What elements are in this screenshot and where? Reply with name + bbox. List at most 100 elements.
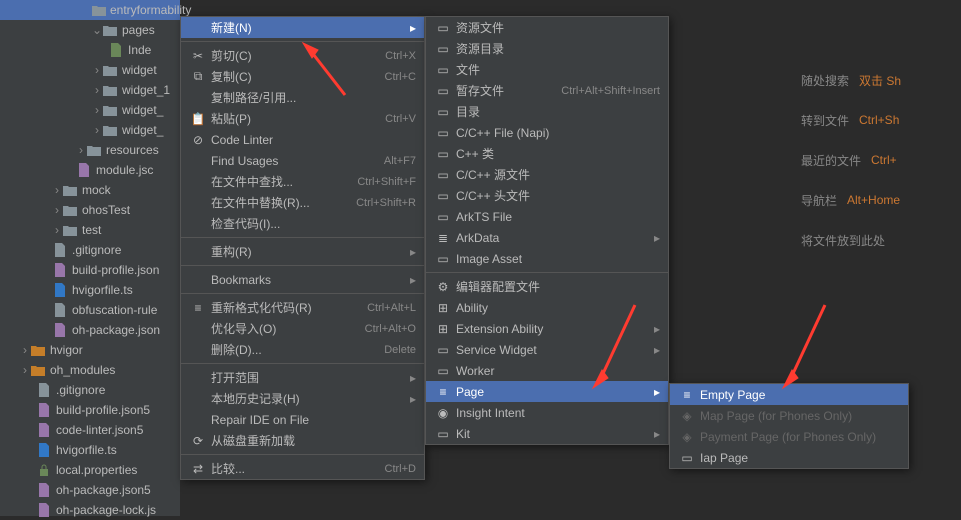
- tree-label: resources: [106, 143, 159, 157]
- menu-ccppsrc[interactable]: ▭C/C++ 源文件: [426, 164, 668, 185]
- tree-file-hvigorfile2[interactable]: hvigorfile.ts: [0, 440, 180, 460]
- chevron-right-icon: ▸: [406, 371, 416, 385]
- menu-optimize[interactable]: 优化导入(O)Ctrl+Alt+O: [181, 318, 424, 339]
- tree-folder-widget3[interactable]: ›widget_: [0, 120, 180, 140]
- menu-ccpphead[interactable]: ▭C/C++ 头文件: [426, 185, 668, 206]
- tree-file-gitignore2[interactable]: .gitignore: [0, 380, 180, 400]
- tree-file-gitignore[interactable]: .gitignore: [0, 240, 180, 260]
- menu-compare[interactable]: ⇄比较...Ctrl+D: [181, 458, 424, 479]
- menu-page[interactable]: ≡Page▸: [426, 381, 668, 402]
- project-tree[interactable]: entryformability ⌄pages Inde ›widget ›wi…: [0, 0, 180, 516]
- menu-imageasset[interactable]: ▭Image Asset: [426, 248, 668, 269]
- menu-kit[interactable]: ▭Kit▸: [426, 423, 668, 444]
- tree-label: build-profile.json: [72, 263, 159, 277]
- json-icon: [36, 482, 52, 498]
- chevron-right-icon: ▸: [406, 273, 416, 287]
- shortcut: Ctrl+C: [385, 71, 416, 83]
- menu-ccppfile[interactable]: ▭C/C++ File (Napi): [426, 122, 668, 143]
- menu-copypath[interactable]: 复制路径/引用...: [181, 87, 424, 108]
- menu-paste[interactable]: 📋粘贴(P)Ctrl+V: [181, 108, 424, 129]
- menu-codelinter[interactable]: ⊘Code Linter: [181, 129, 424, 150]
- menu-paymentpage: ◈Payment Page (for Phones Only): [670, 426, 908, 447]
- tree-folder-test[interactable]: ›test: [0, 220, 180, 240]
- tree-label: hvigorfile.ts: [72, 283, 133, 297]
- tree-file-ohpackage2[interactable]: oh-package.json5: [0, 480, 180, 500]
- tree-label: ohosTest: [82, 203, 130, 217]
- menu-arkdata[interactable]: ≣ArkData▸: [426, 227, 668, 248]
- menu-file[interactable]: ▭文件: [426, 59, 668, 80]
- menu-worker[interactable]: ▭Worker: [426, 360, 668, 381]
- tree-file-obfuscation[interactable]: obfuscation-rule: [0, 300, 180, 320]
- menu-cppclass[interactable]: ▭C++ 类: [426, 143, 668, 164]
- code-icon: ≡: [189, 301, 207, 315]
- menu-resdir[interactable]: ▭资源目录: [426, 38, 668, 59]
- menu-findinfiles[interactable]: 在文件中查找...Ctrl+Shift+F: [181, 171, 424, 192]
- menu-arkts[interactable]: ▭ArkTS File: [426, 206, 668, 227]
- tree-folder-entryformability[interactable]: entryformability: [0, 0, 180, 20]
- menu-scratch[interactable]: ▭暂存文件Ctrl+Alt+Shift+Insert: [426, 80, 668, 101]
- tree-file-index[interactable]: Inde: [0, 40, 180, 60]
- tree-folder-widget2[interactable]: ›widget_: [0, 100, 180, 120]
- chevron-right-icon: ›: [52, 183, 62, 197]
- tree-file-buildprofile2[interactable]: build-profile.json5: [0, 400, 180, 420]
- menu-insight[interactable]: ◉Insight Intent: [426, 402, 668, 423]
- menu-bookmarks[interactable]: Bookmarks▸: [181, 269, 424, 290]
- menu-cut[interactable]: ✂剪切(C)Ctrl+X: [181, 45, 424, 66]
- json-icon: [76, 162, 92, 178]
- menu-label: Service Widget: [456, 343, 650, 357]
- tree-folder-pages[interactable]: ⌄pages: [0, 20, 180, 40]
- shortcut: Alt+F7: [384, 155, 416, 167]
- menu-label: Map Page (for Phones Only): [700, 409, 900, 423]
- menu-copy[interactable]: ⧉复制(C)Ctrl+C: [181, 66, 424, 87]
- menu-openin[interactable]: 打开范围▸: [181, 367, 424, 388]
- menu-separator: [426, 272, 668, 273]
- menu-label: Code Linter: [211, 133, 416, 147]
- tree-file-buildprofile[interactable]: build-profile.json: [0, 260, 180, 280]
- menu-emptypage[interactable]: ≡Empty Page: [670, 384, 908, 405]
- tree-file-codelinter[interactable]: code-linter.json5: [0, 420, 180, 440]
- annotation-arrow-icon: [780, 300, 830, 393]
- tree-file-hvigorfile[interactable]: hvigorfile.ts: [0, 280, 180, 300]
- json-icon: [36, 422, 52, 438]
- tree-file-modulejson[interactable]: module.jsc: [0, 160, 180, 180]
- tree-folder-ohmodules[interactable]: ›oh_modules: [0, 360, 180, 380]
- menu-label: Repair IDE on File: [211, 413, 416, 427]
- menu-reformat[interactable]: ≡重新格式化代码(R)Ctrl+Alt+L: [181, 297, 424, 318]
- menu-editorconfig[interactable]: ⚙编辑器配置文件: [426, 276, 668, 297]
- tree-folder-widget1[interactable]: ›widget_1: [0, 80, 180, 100]
- menu-resfile[interactable]: ▭资源文件: [426, 17, 668, 38]
- menu-findusages[interactable]: Find UsagesAlt+F7: [181, 150, 424, 171]
- menu-iappage[interactable]: ▭Iap Page: [670, 447, 908, 468]
- menu-repairide[interactable]: Repair IDE on File: [181, 409, 424, 430]
- menu-refactor[interactable]: 重构(R)▸: [181, 241, 424, 262]
- menu-delete[interactable]: 删除(D)...Delete: [181, 339, 424, 360]
- iap-icon: ▭: [678, 451, 696, 465]
- menu-replaceinfiles[interactable]: 在文件中替换(R)...Ctrl+Shift+R: [181, 192, 424, 213]
- menu-dir[interactable]: ▭目录: [426, 101, 668, 122]
- compare-icon: ⇄: [189, 462, 207, 476]
- menu-extability[interactable]: ⊞Extension Ability▸: [426, 318, 668, 339]
- menu-label: Page: [456, 385, 650, 399]
- tree-folder-resources[interactable]: ›resources: [0, 140, 180, 160]
- tree-label: build-profile.json5: [56, 403, 150, 417]
- menu-label: 打开范围: [211, 369, 406, 386]
- chevron-right-icon: ›: [52, 203, 62, 217]
- tree-folder-hvigor[interactable]: ›hvigor: [0, 340, 180, 360]
- hint-key: Ctrl+Sh: [859, 113, 899, 127]
- tree-folder-mock[interactable]: ›mock: [0, 180, 180, 200]
- tree-file-localprops[interactable]: local.properties: [0, 460, 180, 480]
- tree-label: entryformability: [110, 3, 191, 17]
- tree-folder-ohostest[interactable]: › ohosTest: [0, 200, 180, 220]
- menu-servicewidget[interactable]: ▭Service Widget▸: [426, 339, 668, 360]
- menu-reloaddisk[interactable]: ⟳从磁盘重新加载: [181, 430, 424, 451]
- menu-inspect[interactable]: 检查代码(I)...: [181, 213, 424, 234]
- menu-new[interactable]: 新建(N)▸: [181, 17, 424, 38]
- folder-icon: [62, 182, 78, 198]
- tree-file-ohpackage[interactable]: oh-package.json: [0, 320, 180, 340]
- tree-file-ohpkglock[interactable]: oh-package-lock.js: [0, 500, 180, 520]
- tree-folder-widget[interactable]: ›widget: [0, 60, 180, 80]
- menu-label: C/C++ 头文件: [456, 187, 660, 204]
- menu-localhist[interactable]: 本地历史记录(H)▸: [181, 388, 424, 409]
- tree-label: .gitignore: [72, 243, 121, 257]
- menu-ability[interactable]: ⊞Ability: [426, 297, 668, 318]
